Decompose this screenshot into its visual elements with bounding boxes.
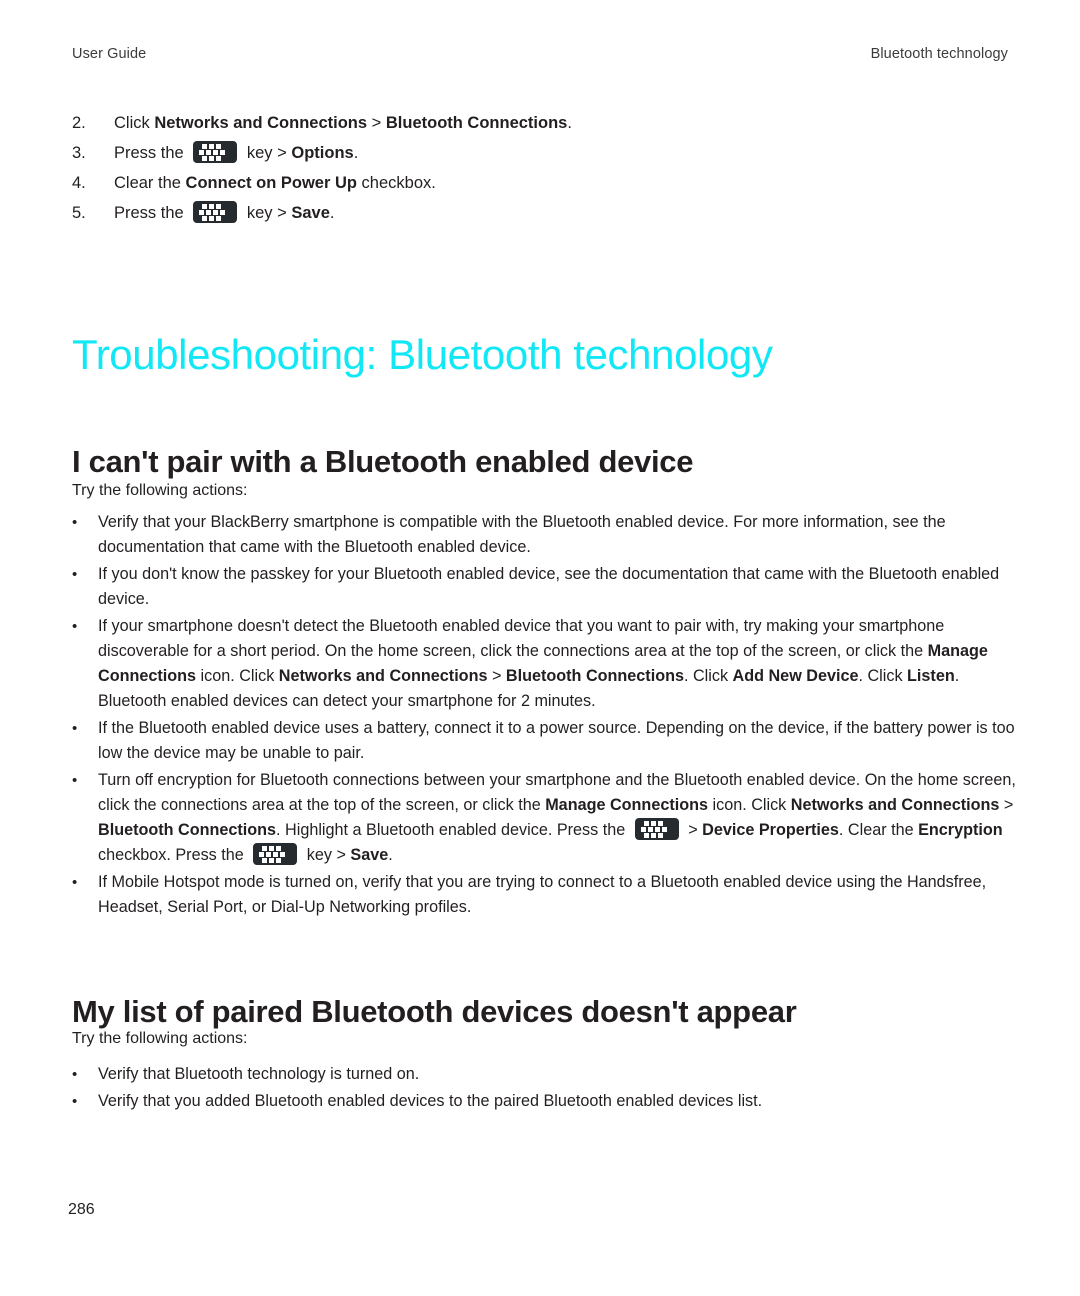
body-text: checkbox. Press the [98,846,249,864]
section-bullets-1: • Verify that your BlackBerry smartphone … [72,510,1017,922]
emphasis-text: Options [291,144,354,162]
emphasis-text: Save [291,204,330,222]
numbered-step: 5. Press the key > Save. [72,198,1012,228]
emphasis-text: Networks and Connections [790,796,1000,814]
page-number: 286 [68,1201,95,1218]
bullet-marker-icon: • [72,1093,78,1110]
bullet-marker-icon: • [72,566,78,583]
body-text: If your smartphone doesn't detect the Bl… [98,617,945,660]
body-text: . [567,114,572,132]
body-text: Verify that you added Bluetooth enabled … [98,1092,763,1110]
body-text: > [683,821,703,839]
bullet-text: Verify that Bluetooth technology is turn… [98,1062,1017,1087]
body-text: If you don't know the passkey for your B… [98,565,1000,608]
bullet-marker-icon: • [72,1066,78,1083]
bullet-item: • Verify that your BlackBerry smartphone … [72,510,1017,560]
emphasis-text: Listen [907,667,955,685]
numbered-step: 3. Press the key > Options. [72,138,1012,168]
section-heading-1: I can't pair with a Bluetooth enabled de… [72,443,694,479]
body-text: Click [114,114,155,132]
body-text: checkbox. [356,174,436,192]
body-text: key > [242,204,292,222]
emphasis-text: Device Properties [702,821,839,839]
body-text: > [487,667,506,685]
bullet-marker-icon: • [72,618,78,635]
body-text: . [353,144,359,162]
emphasis-text: Save [350,846,389,864]
body-text: key > [302,846,351,864]
step-text: Press the key > Save. [114,198,1012,228]
chapter-heading: Troubleshooting: Bluetooth technology [72,331,773,379]
bullet-text: If the Bluetooth enabled device uses a b… [98,716,1017,766]
section-bullets-2: • Verify that Bluetooth technology is tur… [72,1062,1017,1116]
emphasis-text: Networks and Connections [154,114,368,132]
body-text: key > [242,144,292,162]
bullet-item: • If the Bluetooth enabled device uses a … [72,716,1017,766]
body-text: Clear the [114,174,186,192]
emphasis-text: Add New Device [732,667,859,685]
blackberry-menu-key-icon [193,201,238,223]
bullet-marker-icon: • [72,720,78,737]
document-page: User Guide Bluetooth technology 2. Click … [0,0,1080,1296]
numbered-step: 2. Click Networks and Connections > Bluet… [72,108,1012,138]
step-text: Press the key > Options. [114,138,1012,168]
blackberry-menu-key-icon [634,818,679,840]
body-text: . Clear the [838,821,919,839]
bullet-text: Verify that you added Bluetooth enabled … [98,1089,1017,1114]
body-text: . Click [683,667,733,685]
step-text: Click Networks and Connections > Bluetoo… [114,108,1012,138]
body-text: . Click [858,667,908,685]
numbered-steps-list: 2. Click Networks and Connections > Bluet… [72,108,1012,228]
body-text: . [329,204,335,222]
body-text: > [999,796,1014,814]
running-header: User Guide Bluetooth technology [72,46,1008,62]
bullet-item: • If you don't know the passkey for your … [72,562,1017,612]
emphasis-text: Connect on Power Up [185,174,357,192]
section-heading-2: My list of paired Bluetooth devices does… [72,993,797,1029]
body-text: . Highlight a Bluetooth enabled device. … [276,821,630,839]
emphasis-text: Networks and Connections [278,667,488,685]
bullet-item: • Turn off encryption for Bluetooth conne… [72,768,1017,868]
blackberry-menu-key-icon [253,843,298,865]
bullet-item: • If your smartphone doesn't detect the B… [72,614,1017,714]
emphasis-text: Bluetooth Connections [385,114,568,132]
body-text: If the Bluetooth enabled device uses a b… [98,719,1015,762]
bullet-text: If your smartphone doesn't detect the Bl… [98,614,1017,714]
body-text: icon. Click [708,796,791,814]
section-intro-1: Try the following actions: [72,482,248,499]
bullet-item: • Verify that you added Bluetooth enabled… [72,1089,1017,1114]
step-number: 3. [72,144,86,162]
body-text: Verify that your BlackBerry smartphone i… [98,513,946,556]
body-text: icon. Click [196,667,279,685]
bullet-item: • Verify that Bluetooth technology is tur… [72,1062,1017,1087]
body-text: > [367,114,386,132]
step-number: 4. [72,174,86,192]
body-text: . [388,846,393,864]
bullet-marker-icon: • [72,874,78,891]
bullet-item: • If Mobile Hotspot mode is turned on, ve… [72,870,1017,920]
step-number: 5. [72,204,86,222]
bullet-text: If you don't know the passkey for your B… [98,562,1017,612]
emphasis-text: Encryption [918,821,1003,839]
bullet-text: Verify that your BlackBerry smartphone i… [98,510,1017,560]
emphasis-text: Manage Connections [545,796,708,814]
running-header-right: Bluetooth technology [870,46,1008,62]
section-intro-2: Try the following actions: [72,1030,248,1047]
body-text: Press the [114,204,189,222]
emphasis-text: Bluetooth Connections [98,821,277,839]
numbered-step: 4. Clear the Connect on Power Up checkbox… [72,168,1012,198]
body-text: Press the [114,144,189,162]
bullet-text: If Mobile Hotspot mode is turned on, ver… [98,870,1017,920]
bullet-marker-icon: • [72,772,78,789]
body-text: Verify that Bluetooth technology is turn… [98,1065,420,1083]
step-text: Clear the Connect on Power Up checkbox. [114,168,1012,198]
body-text: If Mobile Hotspot mode is turned on, ver… [98,873,987,916]
step-number: 2. [72,114,86,132]
emphasis-text: Bluetooth Connections [505,667,684,685]
blackberry-menu-key-icon [193,141,238,163]
bullet-marker-icon: • [72,514,78,531]
bullet-text: Turn off encryption for Bluetooth connec… [98,768,1017,868]
running-header-left: User Guide [72,46,147,62]
